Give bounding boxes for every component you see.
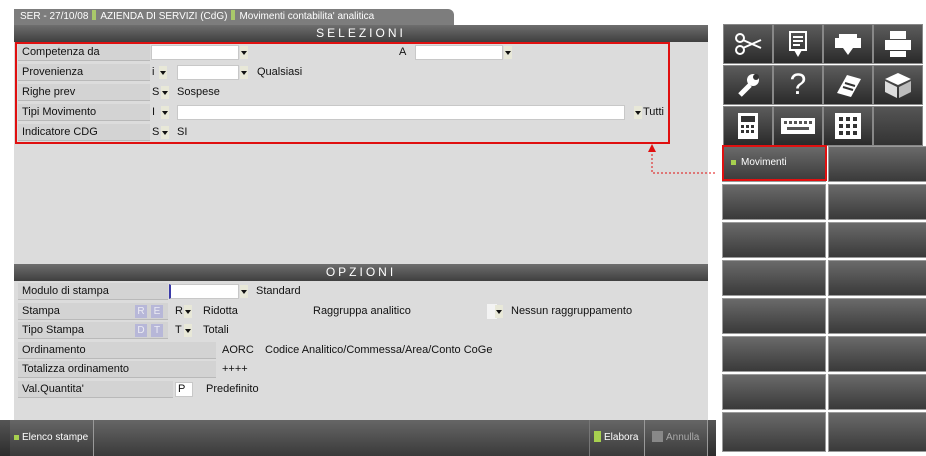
menu-slot[interactable] xyxy=(828,412,926,452)
stampa-option-r[interactable]: R xyxy=(135,305,147,318)
menu-slot[interactable] xyxy=(828,146,926,182)
paste-icon[interactable] xyxy=(773,24,823,64)
menu-slot[interactable] xyxy=(828,222,926,258)
menu-slot[interactable] xyxy=(828,298,926,334)
totalizza-label: Totalizza ordinamento xyxy=(22,363,130,375)
window-title-tab: SER - 27/10/08 AZIENDA DI SERVIZI (CdG) Mo… xyxy=(14,9,454,25)
elenco-stampe-label: Elenco stampe xyxy=(22,432,89,443)
company-date-label: SER - 27/10/08 xyxy=(20,11,89,22)
program-name-label: Movimenti contabilita' analitica xyxy=(239,11,375,22)
calculator-icon[interactable] xyxy=(723,106,773,146)
cancel-icon xyxy=(652,431,663,442)
green-marker-icon xyxy=(594,431,601,442)
modulo-stampa-input[interactable] xyxy=(169,284,239,299)
modulo-stampa-value: Standard xyxy=(256,285,301,297)
printer-setup-icon[interactable] xyxy=(823,24,873,64)
chevron-down-icon[interactable] xyxy=(184,305,192,318)
company-name-label: AZIENDA DI SERVIZI (CdG) xyxy=(100,11,228,22)
menu-highlight-box xyxy=(722,145,827,181)
separator xyxy=(231,10,236,20)
elabora-label: Elabora xyxy=(604,432,639,443)
elenco-stampe-button[interactable]: Elenco stampe xyxy=(10,420,94,456)
menu-slot[interactable] xyxy=(722,374,826,410)
tipo-stampa-value: Totali xyxy=(203,324,229,336)
stampa-code[interactable]: R xyxy=(175,303,183,320)
bottom-bar-empty xyxy=(94,420,590,456)
notes-icon[interactable] xyxy=(823,65,873,105)
tipo-stampa-code[interactable]: T xyxy=(175,322,182,339)
stampa-label: Stampa xyxy=(22,305,60,317)
printer-icon[interactable] xyxy=(873,24,923,64)
menu-slot[interactable] xyxy=(722,184,826,220)
menu-slot[interactable] xyxy=(722,298,826,334)
keyboard-icon[interactable] xyxy=(773,106,823,146)
separator xyxy=(92,10,97,20)
totalizza-value[interactable]: ++++ xyxy=(222,361,248,378)
ordinamento-code[interactable]: AORC xyxy=(222,342,254,359)
val-quantita-label: Val.Quantita' xyxy=(22,383,84,395)
section-header-opzioni: OPZIONI xyxy=(14,264,708,281)
tipo-stampa-label: Tipo Stampa xyxy=(22,324,84,336)
scissors-icon[interactable] xyxy=(723,24,773,64)
green-marker-icon xyxy=(14,435,19,440)
grid-icon[interactable] xyxy=(823,106,873,146)
help-icon[interactable]: ? xyxy=(773,65,823,105)
selection-highlight-box xyxy=(15,42,670,144)
menu-slot[interactable] xyxy=(828,184,926,220)
tipo-option-t[interactable]: T xyxy=(151,324,163,337)
application-window: SER - 27/10/08 AZIENDA DI SERVIZI (CdG) Mo… xyxy=(0,0,926,456)
ordinamento-label: Ordinamento xyxy=(22,344,86,356)
wrench-icon[interactable] xyxy=(723,65,773,105)
menu-slot[interactable] xyxy=(722,336,826,372)
modulo-stampa-label: Modulo di stampa xyxy=(22,285,109,297)
menu-slot[interactable] xyxy=(722,222,826,258)
toolbar-empty-slot xyxy=(873,106,923,146)
raggruppa-value: Nessun raggruppamento xyxy=(511,305,633,317)
chevron-down-icon[interactable] xyxy=(240,285,248,298)
stampa-value: Ridotta xyxy=(203,305,238,317)
raggruppa-label: Raggruppa analitico xyxy=(313,305,411,317)
annulla-label: Annulla xyxy=(666,432,700,443)
menu-slot[interactable] xyxy=(828,260,926,296)
ordinamento-value: Codice Analitico/Commessa/Area/Conto CoG… xyxy=(265,344,493,356)
val-quantita-value: Predefinito xyxy=(206,383,259,395)
menu-slot[interactable] xyxy=(722,412,826,452)
menu-slot[interactable] xyxy=(722,260,826,296)
tipo-option-d[interactable]: D xyxy=(135,324,147,337)
annulla-button[interactable]: Annulla xyxy=(645,420,708,456)
menu-slot[interactable] xyxy=(828,336,926,372)
val-quantita-input[interactable]: P xyxy=(175,382,193,397)
chevron-down-icon[interactable] xyxy=(184,324,192,337)
elabora-button[interactable]: Elabora xyxy=(590,420,645,456)
box-icon[interactable] xyxy=(873,65,923,105)
menu-slot[interactable] xyxy=(828,374,926,410)
section-header-selezioni: SELEZIONI xyxy=(14,25,708,42)
chevron-down-icon[interactable] xyxy=(495,305,503,318)
stampa-option-e[interactable]: E xyxy=(151,305,163,318)
